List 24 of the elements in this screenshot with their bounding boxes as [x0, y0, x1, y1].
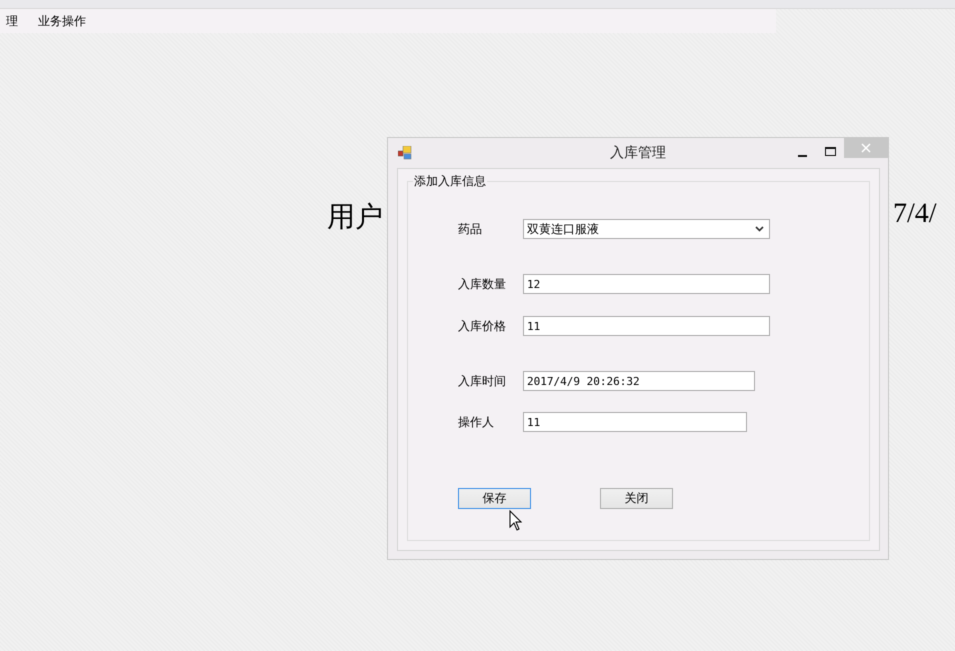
maximize-icon	[824, 147, 836, 157]
chevron-down-icon	[755, 226, 764, 232]
date-text: 7/4/	[893, 198, 937, 230]
dialog-button[interactable]: 关闭	[600, 488, 673, 509]
window-title: 入库管理	[610, 144, 666, 162]
input-field[interactable]: 2017/4/9 20:26:32	[523, 371, 755, 391]
menu-item[interactable]: 业务操作	[38, 12, 86, 30]
dropdown[interactable]: 双黄连口服液	[523, 219, 770, 239]
group-title: 添加入库信息	[413, 173, 487, 190]
close-icon	[861, 143, 871, 153]
input-field[interactable]: 11	[523, 316, 770, 336]
dialog-button[interactable]: 保存	[458, 488, 531, 509]
menu-item[interactable]: 理	[6, 12, 18, 30]
user-label: 用户	[327, 201, 383, 235]
app-icon	[398, 146, 412, 160]
cursor-icon	[509, 510, 522, 532]
minimize-icon	[798, 154, 806, 156]
field-label: 入库时间	[458, 372, 506, 390]
field-label: 药品	[458, 220, 482, 238]
input-field[interactable]: 12	[523, 274, 770, 294]
field-label: 操作人	[458, 414, 494, 430]
field-label: 入库价格	[458, 318, 506, 334]
input-field[interactable]: 11	[523, 412, 747, 432]
field-label: 入库数量	[458, 276, 506, 292]
